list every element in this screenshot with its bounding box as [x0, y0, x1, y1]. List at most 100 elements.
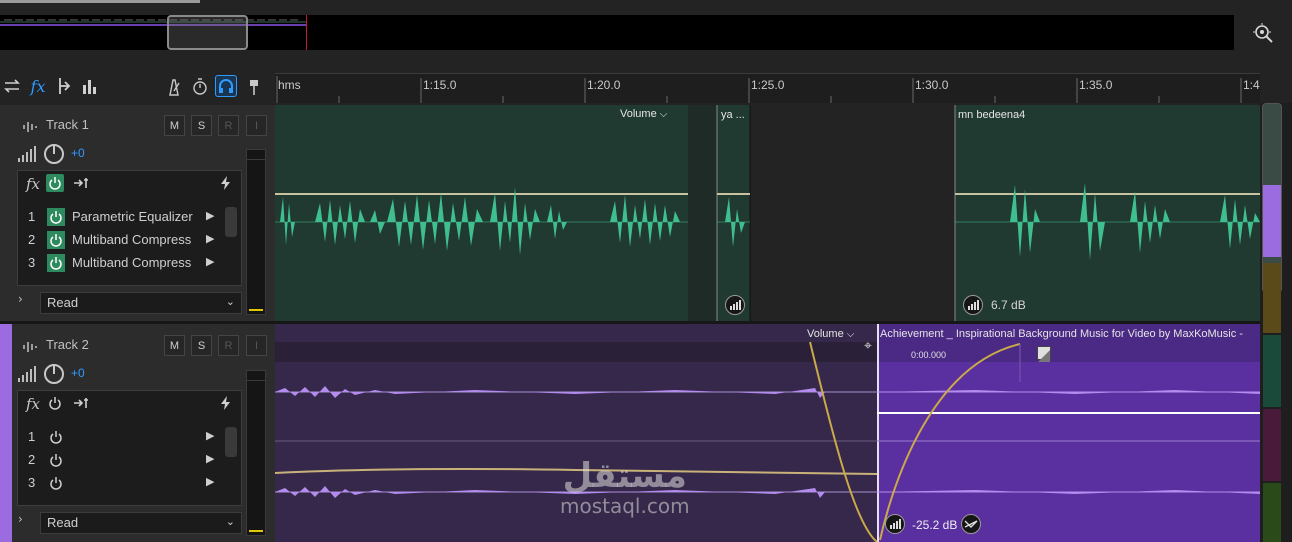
fx-label-icon: fx: [26, 175, 41, 193]
rack-power-icon[interactable]: [46, 394, 64, 412]
lightning-icon[interactable]: [218, 395, 234, 411]
effect-power-icon[interactable]: [47, 254, 65, 272]
overview-navigator[interactable]: [0, 15, 1234, 50]
input-monitor-button[interactable]: I: [246, 335, 267, 356]
clip-gain-icon[interactable]: [885, 514, 905, 534]
eq-bars-icon[interactable]: [79, 75, 101, 97]
fade-handle-icon[interactable]: ⌖: [864, 338, 886, 356]
marker-pin-icon[interactable]: [243, 76, 265, 98]
clip-name[interactable]: Achievement _ Inspirational Background M…: [880, 328, 1258, 340]
ruler-marks: [276, 76, 1242, 103]
effect-name: Multiband Compress: [72, 232, 192, 247]
lightning-icon[interactable]: [218, 175, 234, 191]
record-arm-button[interactable]: R: [218, 115, 239, 136]
effect-slot[interactable]: 2 Multiband Compress ▶: [18, 229, 228, 251]
slot-number: 1: [28, 429, 36, 444]
track-name[interactable]: Track 2: [46, 337, 89, 352]
volume-knob-icon[interactable]: [43, 143, 65, 165]
effect-slot[interactable]: 1 ▶: [18, 426, 228, 448]
volume-knob-icon[interactable]: [43, 363, 65, 385]
level-meter: [246, 370, 266, 536]
effect-power-icon[interactable]: [47, 474, 65, 492]
slot-number: 2: [28, 232, 36, 247]
vertical-scrollbar[interactable]: [1260, 103, 1292, 542]
effect-slot[interactable]: 2 ▶: [18, 449, 228, 471]
watermark: مستقل mostaql.com: [560, 458, 690, 518]
volume-value[interactable]: +0: [71, 366, 85, 380]
expand-chevron-icon[interactable]: ›: [18, 292, 23, 306]
fx-toggle-icon[interactable]: fx: [27, 75, 49, 97]
effects-rack: fx 1 ▶ 2 ▶ 3 ▶: [17, 390, 242, 506]
automation-mode-value: Read: [47, 295, 79, 310]
record-arm-button[interactable]: R: [218, 335, 239, 356]
clip-volume-text: Volume: [620, 108, 657, 120]
volume-ramp-icon: [17, 365, 37, 383]
zoom-to-fit-icon[interactable]: [1252, 22, 1274, 44]
clip-volume-label[interactable]: Volume ⌵: [807, 328, 854, 340]
clip-gain-value[interactable]: 6.7 dB: [991, 298, 1026, 312]
peak-indicator: [247, 371, 265, 381]
track-2-header[interactable]: Track 2 M S R I +0 fx 1 ▶ 2 ▶ 3 ▶ › Read…: [12, 324, 275, 542]
expand-arrow-icon[interactable]: ▶: [206, 475, 214, 488]
effect-slot[interactable]: 1 Parametric Equalizer ▶: [18, 206, 228, 228]
chevron-down-icon: ⌄: [225, 516, 235, 528]
track-color-marker: [1263, 263, 1281, 333]
input-monitor-button[interactable]: I: [246, 115, 267, 136]
effect-power-icon[interactable]: [47, 208, 65, 226]
effect-power-icon[interactable]: [47, 428, 65, 446]
insert-arrow-icon[interactable]: [73, 395, 91, 411]
insert-arrow-icon[interactable]: [73, 175, 91, 191]
effects-rack: fx 1 Parametric Equalizer ▶ 2 Multiband …: [17, 170, 242, 286]
overview-zoom-handle[interactable]: [167, 15, 248, 50]
track-name[interactable]: Track 1: [46, 117, 89, 132]
expand-arrow-icon[interactable]: ▶: [206, 209, 214, 222]
timeline-ruler[interactable]: hms 1:15.0 1:20.0 1:25.0 1:30.0 1:35.0 1…: [275, 73, 1260, 103]
clip-name[interactable]: mn bedeena4: [958, 109, 1025, 121]
overview-indicator: [0, 0, 200, 3]
slot-number: 2: [28, 452, 36, 467]
stretch-icon[interactable]: [961, 514, 981, 534]
automation-mode-select[interactable]: Read ⌄: [40, 292, 242, 314]
effect-slot[interactable]: 3 ▶: [18, 472, 228, 494]
mute-button[interactable]: M: [164, 335, 185, 356]
track-color-marker: [1263, 335, 1281, 407]
clip-gain-value[interactable]: -25.2 dB: [912, 518, 957, 532]
level-meter: [246, 149, 266, 315]
solo-button[interactable]: S: [191, 115, 212, 136]
clip-name[interactable]: ya ...: [721, 109, 745, 121]
expand-chevron-icon[interactable]: ›: [18, 512, 23, 526]
slot-number: 3: [28, 475, 36, 490]
metronome-icon[interactable]: [163, 76, 185, 98]
track-2-lane[interactable]: Volume ⌵ ⌖ Achievement _ Inspirational B…: [275, 324, 1260, 542]
meter-floor: [249, 530, 263, 532]
swap-icon[interactable]: [1, 75, 23, 97]
monitor-headphones-icon[interactable]: [215, 75, 237, 97]
track-color-marker: [1263, 483, 1281, 542]
slot-number: 3: [28, 255, 36, 270]
effect-power-icon[interactable]: [47, 451, 65, 469]
track-1-header[interactable]: Track 1 M S R I +0 fx 1 Parametric Equal…: [0, 105, 275, 321]
clip-gain-icon[interactable]: [725, 295, 745, 315]
rack-power-icon[interactable]: [46, 174, 64, 192]
meter-floor: [249, 309, 263, 311]
sends-icon[interactable]: [53, 75, 75, 97]
clip-gain-icon[interactable]: [963, 295, 983, 315]
volume-value[interactable]: +0: [71, 146, 85, 160]
mute-button[interactable]: M: [164, 115, 185, 136]
track-color-marker: [1263, 185, 1281, 257]
expand-arrow-icon[interactable]: ▶: [206, 232, 214, 245]
volume-ramp-icon: [17, 145, 37, 163]
track-1-lane[interactable]: Volume ⌵ ya ... mn bedeena4 6.7 dB: [275, 105, 1260, 321]
expand-arrow-icon[interactable]: ▶: [206, 429, 214, 442]
solo-button[interactable]: S: [191, 335, 212, 356]
loop-timer-icon[interactable]: [189, 76, 211, 98]
effect-name: Multiband Compress: [72, 255, 192, 270]
expand-arrow-icon[interactable]: ▶: [206, 255, 214, 268]
clip-volume-label[interactable]: Volume ⌵: [620, 108, 667, 120]
fade-shape-icon[interactable]: [1037, 346, 1051, 362]
expand-arrow-icon[interactable]: ▶: [206, 452, 214, 465]
automation-mode-select[interactable]: Read ⌄: [40, 512, 242, 534]
effect-power-icon[interactable]: [47, 231, 65, 249]
effect-slot[interactable]: 3 Multiband Compress ▶: [18, 252, 228, 274]
effect-name: Parametric Equalizer: [72, 209, 193, 224]
